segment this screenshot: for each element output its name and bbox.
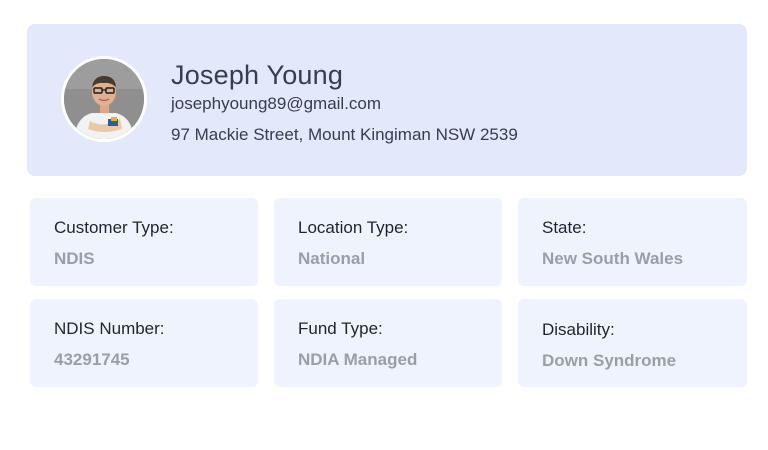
customer-type-label: Customer Type: — [54, 218, 174, 237]
fund-type-label: Fund Type: — [298, 319, 383, 338]
fund-type-card: Fund Type: NDIA Managed — [274, 299, 502, 387]
user-photo-icon — [64, 59, 144, 139]
customer-type-value: NDIS — [54, 249, 95, 268]
disability-label: Disability: — [542, 320, 615, 339]
profile-email[interactable]: josephyoung89@gmail.com — [171, 94, 381, 114]
ndis-number-card: NDIS Number: 43291745 — [30, 299, 258, 387]
ndis-number-label: NDIS Number: — [54, 319, 165, 338]
fund-type-value: NDIA Managed — [298, 350, 418, 369]
location-type-card: Location Type: National — [274, 198, 502, 286]
location-type-label: Location Type: — [298, 218, 409, 237]
disability-card: Disability: Down Syndrome — [518, 299, 747, 387]
profile-card: Joseph Young josephyoung89@gmail.com 97 … — [27, 24, 747, 176]
ndis-number-value: 43291745 — [54, 350, 130, 369]
state-value: New South Wales — [542, 249, 684, 268]
customer-type-card: Customer Type: NDIS — [30, 198, 258, 286]
location-type-value: National — [298, 249, 366, 268]
profile-address: 97 Mackie Street, Mount Kingiman NSW 253… — [171, 125, 518, 144]
avatar — [61, 56, 147, 142]
state-card: State: New South Wales — [518, 198, 747, 286]
disability-value: Down Syndrome — [542, 351, 677, 370]
state-label: State: — [542, 218, 587, 237]
profile-name: Joseph Young — [171, 60, 344, 90]
